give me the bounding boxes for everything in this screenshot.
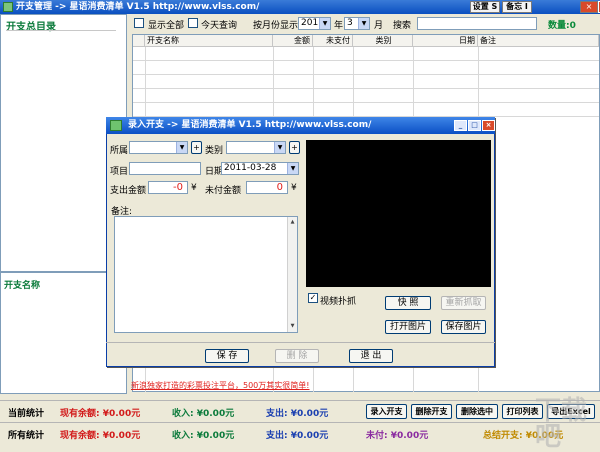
show-all-label: 显示全部 [148,21,185,31]
col-select [133,35,145,47]
recapture-button[interactable]: 重新抓取 [441,296,486,310]
scroll-up-icon[interactable]: ▲ [288,218,297,227]
delete-selected-button[interactable]: 删除选中 [456,404,498,419]
owner-select[interactable]: ▼ [129,141,188,154]
main-title-bar: 开支管理 -> 星语消费清单 V1.5 http://www.vlss.com/… [0,0,600,14]
video-capture-label: 视频扑抓 [320,297,357,307]
dialog-divider [106,342,495,343]
open-image-button[interactable]: 打开图片 [385,320,431,334]
expense-currency: ¥ [191,183,197,193]
category-label: 类别 [205,146,224,156]
by-month-label: 按月份显示 [253,21,299,31]
col-date[interactable]: 日期 [413,35,478,47]
month-select[interactable]: 3 ▼ [344,17,370,30]
all-stats-row: 所有统计 现有余额: ¥0.00元 收入: ¥0.00元 支出: ¥0.00元 … [0,422,600,444]
save-button[interactable]: 保 存 [205,349,249,363]
add-owner-button[interactable]: + [191,141,202,154]
category-select[interactable]: ▼ [226,141,286,154]
col-category[interactable]: 类别 [353,35,413,47]
table-row[interactable] [133,75,599,89]
scroll-down-icon[interactable]: ▼ [288,322,297,331]
current-expense: 支出: ¥0.00元 [266,409,329,419]
app-icon [3,2,13,12]
col-name[interactable]: 开支名称 [145,35,273,47]
search-input[interactable] [417,17,537,30]
today-label: 今天查询 [201,21,238,31]
video-preview [306,140,491,287]
all-income: 收入: ¥0.00元 [172,431,235,441]
tree-divider [6,30,116,31]
year-select[interactable]: 2011 ▼ [298,17,331,30]
table-row[interactable] [133,103,599,117]
month-value: 3 [347,18,353,28]
search-label: 搜索 [393,21,412,31]
expense-name-label: 开支名称 [4,281,41,291]
window-close-icon[interactable]: × [580,1,598,13]
year-unit: 年 [334,21,344,31]
delete-expense-button[interactable]: 删除开支 [411,404,452,419]
maximize-icon[interactable]: □ [468,120,481,131]
dialog-title-bar: 录入开支 -> 星语消费清单 V1.5 http://www.vlss.com/… [106,117,495,134]
ad-link[interactable]: 新浪独家打造的彩票投注平台，500万其实很简单! [131,380,309,391]
col-note[interactable]: 备注 [478,35,599,47]
today-checkbox[interactable] [188,18,198,31]
col-unpaid[interactable]: 未支付 [313,35,353,47]
settings-button[interactable]: 设置 S [470,1,500,13]
unpaid-amount-input[interactable]: 0 [246,181,288,194]
chevron-down-icon: ▼ [274,142,285,153]
add-category-button[interactable]: + [289,141,300,154]
memo-button[interactable]: 备忘 I [502,1,532,13]
record-expense-button[interactable]: 录入开支 [366,404,407,419]
dialog-title: 录入开支 -> 星语消费清单 V1.5 http://www.vlss.com/ [128,120,372,130]
show-all-checkbox[interactable] [134,18,144,31]
unpaid-currency: ¥ [291,183,297,193]
current-stats-row: 当前统计 现有余额: ¥0.00元 收入: ¥0.00元 支出: ¥0.00元 … [0,400,600,422]
all-stats-label: 所有统计 [8,431,45,441]
current-income: 收入: ¥0.00元 [172,409,235,419]
memo-textarea[interactable]: ▲ ▼ [114,216,298,333]
dialog-app-icon [110,120,122,131]
save-image-button[interactable]: 保存图片 [441,320,486,334]
month-unit: 月 [374,21,384,31]
minimize-icon[interactable]: _ [454,120,467,131]
unpaid-amount-label: 未付金额 [205,186,242,196]
delete-button[interactable]: 删 除 [275,349,319,363]
video-capture-checkbox[interactable]: ✓ [308,293,318,303]
all-expense: 支出: ¥0.00元 [266,431,329,441]
dialog-close-icon[interactable]: × [482,120,495,131]
all-balance: 现有余额: ¥0.00元 [60,431,141,441]
memo-scrollbar[interactable]: ▲ ▼ [287,217,297,332]
table-row[interactable] [133,61,599,75]
expense-amount-label: 支出金额 [110,186,147,196]
chevron-down-icon: ▼ [319,18,330,29]
table-row[interactable] [133,89,599,103]
chevron-down-icon: ▼ [358,18,369,29]
chevron-down-icon: ▼ [287,163,298,174]
date-value: 2011-03-28 [224,163,277,173]
date-picker[interactable]: 2011-03-28 ▼ [221,162,299,175]
owner-label: 所属 [110,146,129,156]
record-count: 数量:0 [548,21,576,31]
all-unpaid: 未付: ¥0.00元 [366,431,429,441]
current-balance: 现有余额: ¥0.00元 [60,409,141,419]
watermark: 下载吧 [535,396,588,452]
current-stats-label: 当前统计 [8,409,45,419]
item-input[interactable] [129,162,201,175]
app-title: 开支管理 -> 星语消费清单 V1.5 http://www.vlss.com/ [16,2,260,12]
chevron-down-icon: ▼ [176,142,187,153]
col-amount[interactable]: 金额 [273,35,313,47]
item-label: 项目 [110,167,129,177]
table-row[interactable] [133,47,599,61]
expense-amount-input[interactable]: -0 [148,181,188,194]
table-header: 开支名称 金额 未支付 类别 日期 备注 [133,35,599,47]
exit-button[interactable]: 退 出 [349,349,393,363]
snapshot-button[interactable]: 快 照 [385,296,431,310]
